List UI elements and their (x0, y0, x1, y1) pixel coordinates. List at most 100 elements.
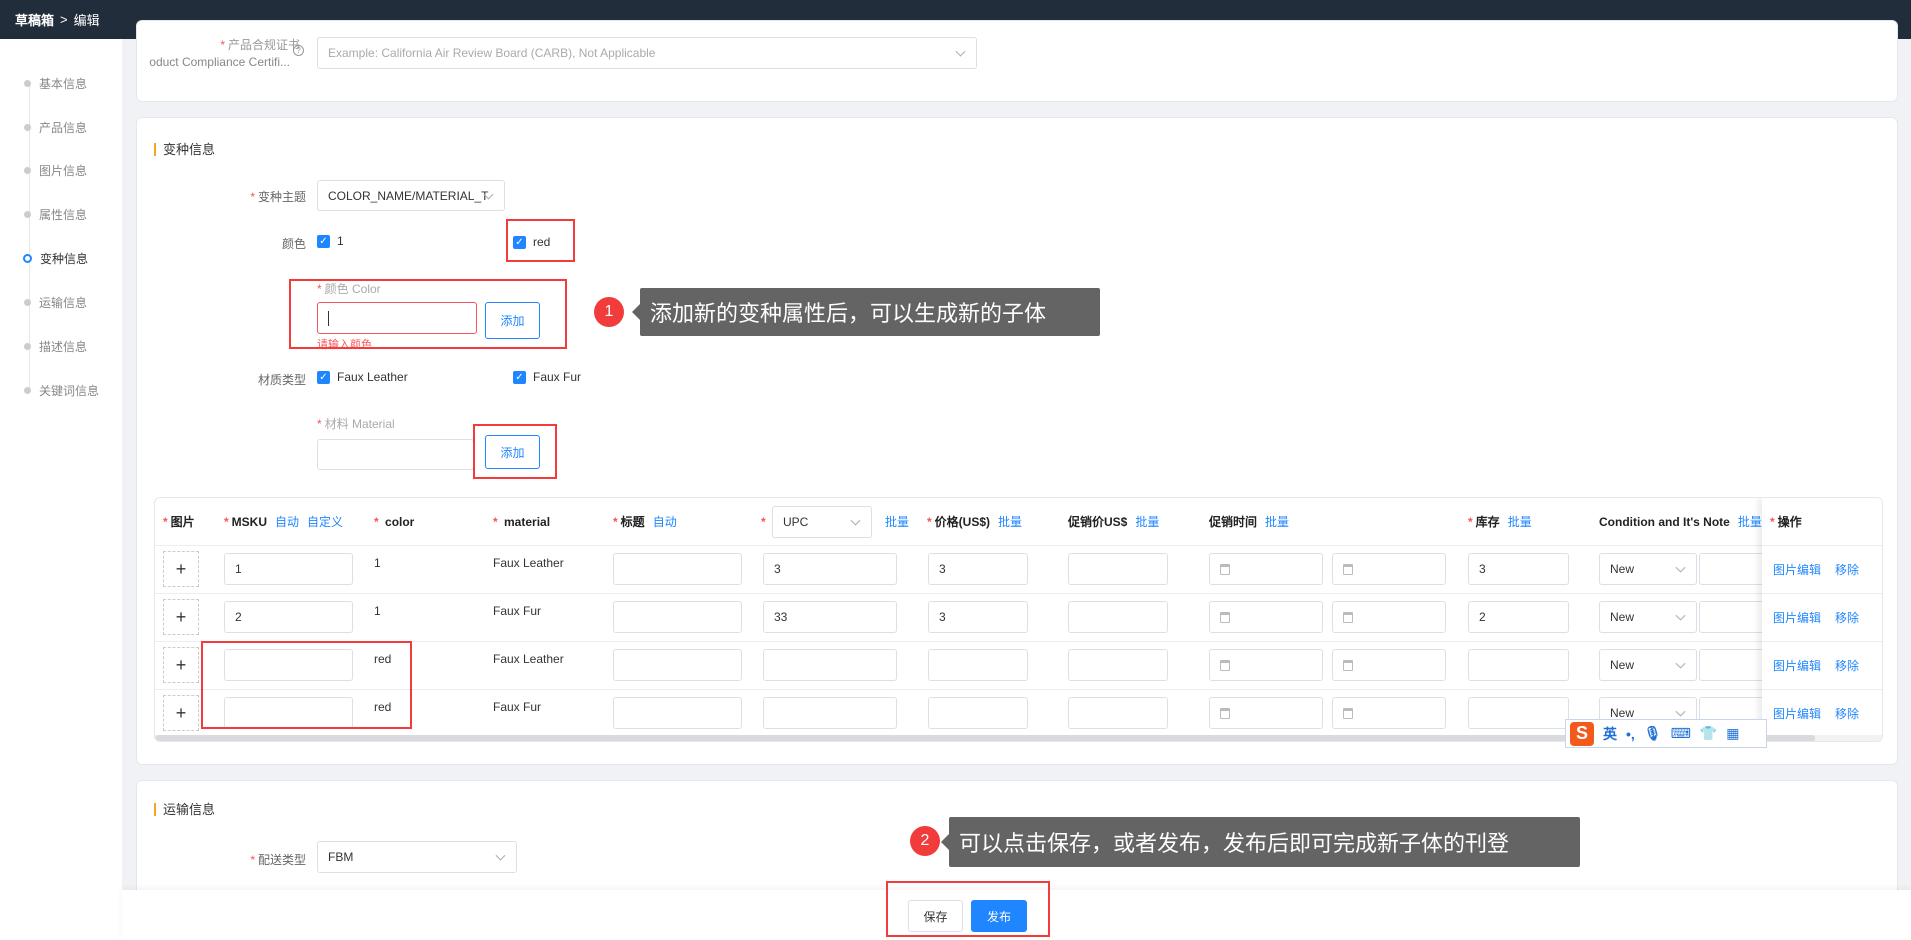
image-upload-button[interactable]: + (163, 551, 199, 587)
compliance-select[interactable]: Example: California Air Review Board (CA… (317, 37, 977, 69)
breadcrumb-drafts[interactable]: 草稿箱 (15, 10, 54, 29)
promo-date-input-start[interactable] (1209, 553, 1323, 585)
stock-input[interactable] (1468, 697, 1569, 729)
promo-price-input[interactable] (1068, 601, 1168, 633)
price-input[interactable]: 3 (928, 553, 1028, 585)
checkbox-icon: ✓ (513, 370, 526, 384)
promo-price-batch-link[interactable]: 批量 (1135, 513, 1159, 530)
upc-input[interactable] (763, 649, 897, 681)
image-edit-link[interactable]: 图片编辑 (1773, 561, 1821, 578)
nav-item-3[interactable]: 属性信息 (24, 205, 87, 223)
condition-select[interactable]: New (1599, 601, 1697, 633)
material-input[interactable] (317, 439, 474, 470)
add-color-button[interactable]: 添加 (485, 302, 540, 339)
promo-date-input-start[interactable] (1209, 649, 1323, 681)
ime-toolbar[interactable]: S 英 •, 🎙 ⌨ 👕 ▦ (1565, 719, 1767, 748)
material-checkbox-faux-leather[interactable]: ✓ Faux Leather (317, 370, 408, 384)
save-button[interactable]: 保存 (908, 900, 963, 932)
promo-date-input-start[interactable] (1209, 697, 1323, 729)
stock-input[interactable] (1468, 649, 1569, 681)
nav-item-0[interactable]: 基本信息 (24, 74, 87, 92)
help-icon[interactable]: ? (293, 45, 304, 56)
color-input[interactable] (317, 302, 477, 334)
msku-input[interactable]: 1 (224, 553, 353, 585)
title-input[interactable] (613, 649, 742, 681)
shipping-type-select[interactable]: FBM (317, 841, 517, 873)
remove-link[interactable]: 移除 (1835, 705, 1859, 722)
upc-input[interactable]: 33 (763, 601, 897, 633)
row-divider (1762, 641, 1882, 642)
promo-date-input-end[interactable] (1332, 649, 1446, 681)
title-input[interactable] (613, 697, 742, 729)
promo-price-input[interactable] (1068, 553, 1168, 585)
msku-auto-link[interactable]: 自动 (275, 513, 299, 530)
nav-item-5[interactable]: 运输信息 (24, 293, 87, 311)
condition-batch-link[interactable]: 批量 (1738, 513, 1762, 530)
microphone-icon[interactable]: 🎙 (1644, 725, 1662, 742)
variant-table: * 图片 * MSKU 自动 自定义 * color * material * 标题 自动 … (154, 497, 1883, 742)
promo-price-input[interactable] (1068, 697, 1168, 729)
publish-button[interactable]: 发布 (971, 900, 1027, 932)
promo-date-input-end[interactable] (1332, 553, 1446, 585)
remove-link[interactable]: 移除 (1835, 657, 1859, 674)
remove-link[interactable]: 移除 (1835, 609, 1859, 626)
msku-input[interactable] (224, 649, 353, 681)
price-input[interactable] (928, 697, 1028, 729)
remove-link[interactable]: 移除 (1835, 561, 1859, 578)
price-batch-link[interactable]: 批量 (998, 513, 1022, 530)
ime-punctuation[interactable]: •, (1626, 726, 1635, 742)
row-divider (155, 689, 1882, 690)
nav-item-2[interactable]: 图片信息 (24, 161, 87, 179)
nav-item-label: 图片信息 (39, 163, 88, 178)
promo-price-input[interactable] (1068, 649, 1168, 681)
title-auto-link[interactable]: 自动 (653, 513, 677, 530)
keyboard-icon[interactable]: ⌨ (1671, 725, 1691, 742)
material-value: Faux Leather (493, 652, 564, 666)
nav-item-1[interactable]: 产品信息 (24, 118, 87, 136)
condition-select[interactable]: New (1599, 649, 1697, 681)
condition-select[interactable]: New (1599, 553, 1697, 585)
price-input[interactable]: 3 (928, 601, 1028, 633)
upc-type-select[interactable]: UPC (772, 506, 872, 538)
promo-time-batch-link[interactable]: 批量 (1265, 513, 1289, 530)
image-upload-button[interactable]: + (163, 695, 199, 731)
promo-date-input-end[interactable] (1332, 601, 1446, 633)
stock-batch-link[interactable]: 批量 (1508, 513, 1532, 530)
title-input[interactable] (613, 553, 742, 585)
color-checkbox-1[interactable]: ✓ 1 (317, 234, 344, 248)
nav-item-7[interactable]: 关键词信息 (24, 381, 99, 399)
page-scrollbar[interactable] (1898, 39, 1911, 890)
nav-item-4[interactable]: 变种信息 (23, 249, 89, 267)
add-material-button[interactable]: 添加 (485, 435, 540, 469)
msku-custom-link[interactable]: 自定义 (307, 513, 343, 530)
stock-input[interactable]: 2 (1468, 601, 1569, 633)
upc-batch-link[interactable]: 批量 (885, 513, 909, 530)
row-divider (1762, 593, 1882, 594)
promo-date-input-end[interactable] (1332, 697, 1446, 729)
skin-icon[interactable]: 👕 (1700, 725, 1717, 742)
image-upload-button[interactable]: + (163, 599, 199, 635)
title-input[interactable] (613, 601, 742, 633)
nav-item-label: 变种信息 (40, 251, 89, 266)
upc-input[interactable] (763, 697, 897, 729)
msku-input[interactable]: 2 (224, 601, 353, 633)
image-edit-link[interactable]: 图片编辑 (1773, 609, 1821, 626)
price-input[interactable] (928, 649, 1028, 681)
toolbox-icon[interactable]: ▦ (1726, 725, 1739, 742)
compliance-label: * 产品合规证书 (220, 38, 300, 52)
nav-item-label: 属性信息 (39, 207, 88, 222)
color-checkbox-red[interactable]: ✓ red (513, 235, 550, 249)
msku-input[interactable] (224, 697, 353, 729)
variant-theme-select[interactable]: COLOR_NAME/MATERIAL_T (317, 180, 505, 211)
material-checkbox-faux-fur[interactable]: ✓ Faux Fur (513, 370, 581, 384)
ime-language[interactable]: 英 (1603, 724, 1617, 744)
image-edit-link[interactable]: 图片编辑 (1773, 657, 1821, 674)
upc-input[interactable]: 3 (763, 553, 897, 585)
calendar-icon (1343, 611, 1353, 623)
image-edit-link[interactable]: 图片编辑 (1773, 705, 1821, 722)
promo-date-input-start[interactable] (1209, 601, 1323, 633)
nav-item-6[interactable]: 描述信息 (24, 337, 87, 355)
image-upload-button[interactable]: + (163, 647, 199, 683)
shipping-type-label: * 配送类型 (250, 853, 306, 867)
stock-input[interactable]: 3 (1468, 553, 1569, 585)
